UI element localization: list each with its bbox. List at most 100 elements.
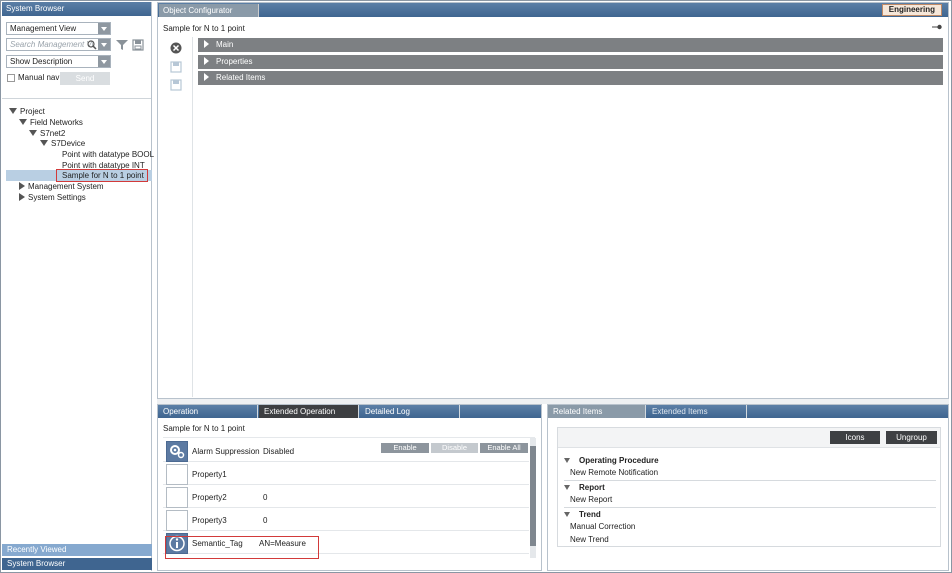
expand-arrow-icon[interactable] xyxy=(19,119,27,125)
expand-arrow-icon xyxy=(204,73,209,81)
semantic-tag-highlight-box xyxy=(165,536,319,559)
operation-row-property3[interactable]: Property3 0 xyxy=(163,509,529,531)
tree-node-management-system[interactable]: Management System xyxy=(19,181,104,192)
recently-viewed-tab[interactable]: Recently Viewed xyxy=(2,544,152,556)
group-trend[interactable]: Trend xyxy=(564,510,601,519)
section-main[interactable]: Main xyxy=(198,38,943,52)
enable-button[interactable]: Enable xyxy=(381,443,429,453)
tree-node-s7device[interactable]: S7Device xyxy=(40,138,85,149)
related-item-manual-correction[interactable]: Manual Correction xyxy=(570,522,635,531)
tree-node-point-bool[interactable]: Point with datatype BOOL xyxy=(62,149,154,160)
manual-nav-label: Manual nav xyxy=(18,73,60,82)
close-icon[interactable] xyxy=(170,42,182,54)
related-items-toolbar: Icons Ungroup xyxy=(558,428,940,448)
operation-name: Alarm Suppression xyxy=(192,447,260,456)
icons-button[interactable]: Icons xyxy=(830,431,880,444)
divider xyxy=(564,507,936,508)
engineering-mode-badge[interactable]: Engineering xyxy=(881,4,942,16)
operation-row-alarm-suppression[interactable]: Alarm Suppression Disabled Enable Disabl… xyxy=(163,440,529,462)
group-operating-procedure[interactable]: Operating Procedure xyxy=(564,456,659,465)
tree-node-field-networks[interactable]: Field Networks xyxy=(19,117,83,128)
group-label: Report xyxy=(579,483,605,492)
related-items-panel: Related Items Extended Items Icons Ungro… xyxy=(547,404,949,571)
section-label: Main xyxy=(216,40,234,49)
description-select[interactable]: Show Description xyxy=(6,55,111,68)
operation-row-property2[interactable]: Property2 0 xyxy=(163,486,529,508)
property-icon xyxy=(166,487,188,508)
view-select[interactable]: Management View xyxy=(6,22,111,35)
tree-node-system-settings[interactable]: System Settings xyxy=(19,192,86,203)
search-input[interactable]: Search Management Vi xyxy=(6,38,111,51)
operation-value: 0 xyxy=(263,516,268,525)
tree-node-label: Management System xyxy=(28,182,104,191)
expand-arrow-icon[interactable] xyxy=(19,193,25,201)
operation-name: Property3 xyxy=(192,516,227,525)
operation-name: Property1 xyxy=(192,470,227,479)
object-configurator-header: Object Configurator Engineering xyxy=(158,3,948,17)
tree-node-project[interactable]: Project xyxy=(9,106,45,117)
related-items-content: Icons Ungroup Operating Procedure New Re… xyxy=(557,427,941,547)
object-title: Sample for N to 1 point xyxy=(163,24,245,33)
divider xyxy=(564,480,936,481)
group-label: Trend xyxy=(579,510,601,519)
save-as-icon[interactable] xyxy=(170,79,182,91)
tab-extended-operation[interactable]: Extended Operation xyxy=(259,405,359,418)
ungroup-button[interactable]: Ungroup xyxy=(886,431,937,444)
operation-scrollbar[interactable] xyxy=(530,438,536,558)
tab-related-items[interactable]: Related Items xyxy=(548,405,646,418)
section-label: Related Items xyxy=(216,73,266,82)
expand-arrow-icon[interactable] xyxy=(29,130,37,136)
tab-operation[interactable]: Operation xyxy=(158,405,258,418)
object-configurator-panel: Object Configurator Engineering Sample f… xyxy=(157,2,949,399)
search-icon[interactable] xyxy=(87,40,97,50)
filter-icon[interactable] xyxy=(116,39,128,51)
chevron-down-icon[interactable] xyxy=(98,39,110,50)
scrollbar-thumb[interactable] xyxy=(530,446,536,546)
tree-node-label: S7Device xyxy=(51,139,86,148)
section-related-items[interactable]: Related Items xyxy=(198,71,943,85)
related-item-new-remote-notification[interactable]: New Remote Notification xyxy=(570,468,658,477)
manual-nav-checkbox[interactable] xyxy=(7,74,15,82)
divider xyxy=(564,546,936,547)
expand-arrow-icon xyxy=(204,40,209,48)
search-placeholder: Search Management Vi xyxy=(10,40,94,49)
tab-object-configurator[interactable]: Object Configurator xyxy=(159,4,259,17)
operation-panel: Operation Extended Operation Detailed Lo… xyxy=(157,404,542,571)
related-item-new-report[interactable]: New Report xyxy=(570,495,612,504)
system-browser-header: System Browser xyxy=(2,2,151,16)
group-label: Operating Procedure xyxy=(579,456,659,465)
related-items-tabs: Related Items Extended Items xyxy=(548,405,948,418)
tree-node-label: Field Networks xyxy=(30,118,83,127)
expand-arrow-icon[interactable] xyxy=(564,512,570,517)
expand-arrow-icon[interactable] xyxy=(9,108,17,114)
operation-object-title: Sample for N to 1 point xyxy=(163,424,245,433)
tab-extended-items[interactable]: Extended Items xyxy=(647,405,747,418)
send-button[interactable]: Send xyxy=(60,72,110,85)
tree-node-label: S7net2 xyxy=(40,129,66,138)
operation-row-property1[interactable]: Property1 xyxy=(163,463,529,485)
property-icon xyxy=(166,464,188,485)
section-label: Properties xyxy=(216,57,253,66)
expand-arrow-icon[interactable] xyxy=(564,485,570,490)
expand-arrow-icon[interactable] xyxy=(19,182,25,190)
related-item-new-trend[interactable]: New Trend xyxy=(570,535,609,544)
tree-node-label: Point with datatype BOOL xyxy=(62,150,155,159)
pin-icon[interactable] xyxy=(932,24,942,30)
tab-detailed-log[interactable]: Detailed Log xyxy=(360,405,460,418)
enable-all-button[interactable]: Enable All xyxy=(480,443,528,453)
save-icon[interactable] xyxy=(132,39,144,51)
expand-arrow-icon[interactable] xyxy=(564,458,570,463)
tree-node-label: Project xyxy=(20,107,45,116)
view-select-value: Management View xyxy=(10,24,77,33)
gears-icon xyxy=(166,441,188,462)
operation-value: Disabled xyxy=(263,447,295,456)
expand-arrow-icon[interactable] xyxy=(40,140,48,146)
disable-button[interactable]: Disable xyxy=(431,443,478,453)
group-report[interactable]: Report xyxy=(564,483,605,492)
save-icon[interactable] xyxy=(170,61,182,73)
system-browser-tab[interactable]: System Browser xyxy=(2,558,152,570)
expand-arrow-icon xyxy=(204,57,209,65)
system-browser-panel: System Browser Management View Search Ma… xyxy=(2,2,154,571)
tree-node-label: System Settings xyxy=(28,193,86,202)
section-properties[interactable]: Properties xyxy=(198,55,943,69)
